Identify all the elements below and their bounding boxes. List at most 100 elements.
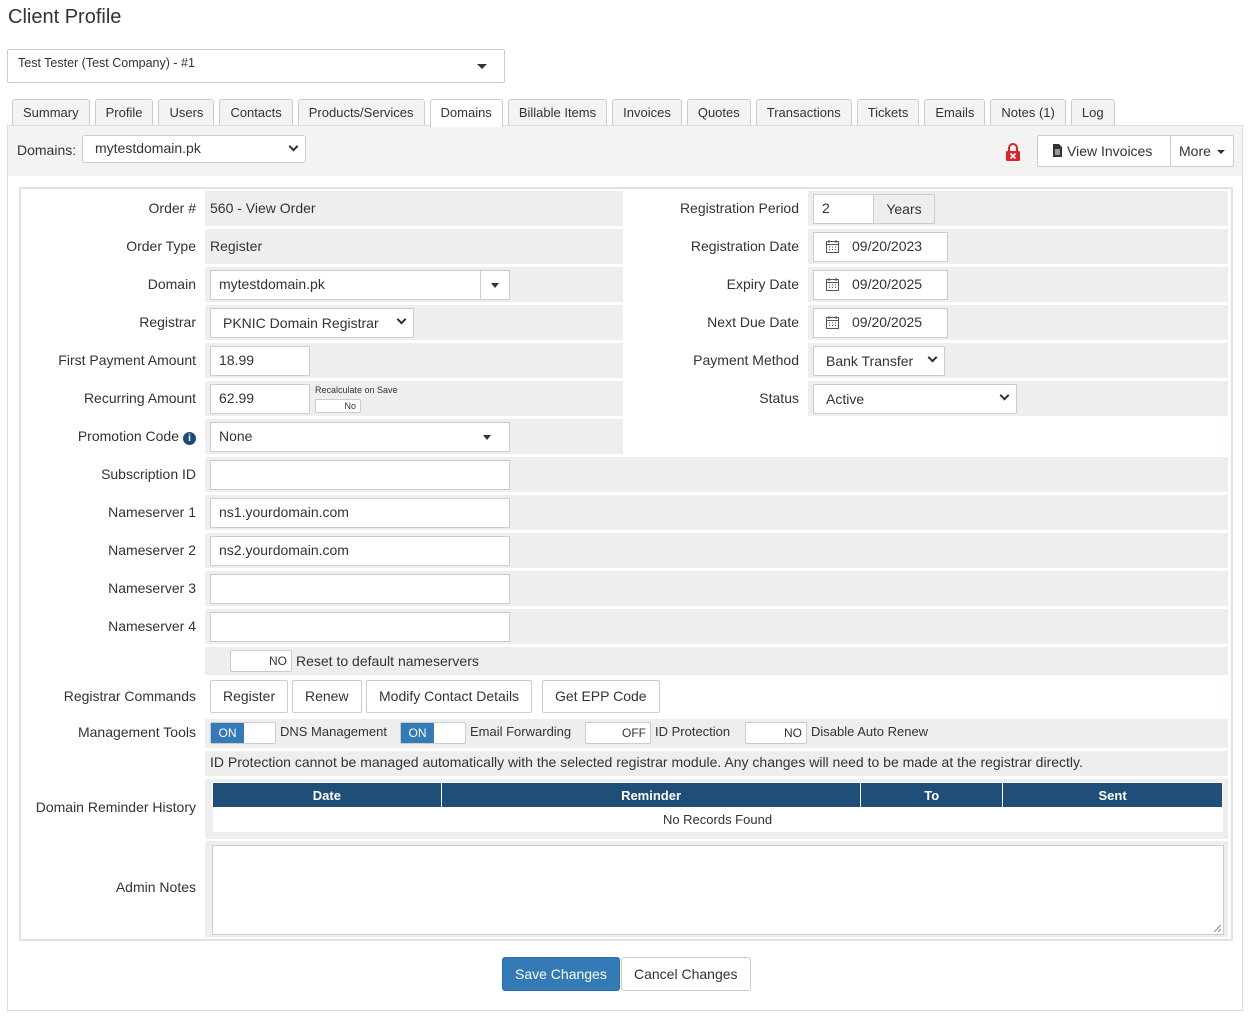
registration-period-input[interactable]: 2 Years	[813, 194, 935, 224]
chevron-down-icon	[999, 390, 1010, 401]
expiry-date-input[interactable]: 09/20/2025	[813, 270, 948, 300]
promo-code-select[interactable]: None	[210, 422, 510, 452]
first-payment-value: 18.99	[219, 352, 255, 368]
tab-domains[interactable]: Domains	[429, 99, 503, 127]
tab-billable-items[interactable]: Billable Items	[507, 99, 608, 126]
registration-period-value: 2	[822, 200, 830, 216]
tab-tickets[interactable]: Tickets	[856, 99, 920, 126]
nameserver-1-input[interactable]: ns1.yourdomain.com	[210, 498, 510, 528]
status-select[interactable]: Active	[813, 384, 1017, 414]
first-payment-label: First Payment Amount	[58, 352, 196, 368]
domain-input-value: mytestdomain.pk	[219, 276, 325, 292]
recurring-label: Recurring Amount	[83, 390, 196, 406]
management-tools-label: Management Tools	[77, 724, 196, 740]
nameserver-3-input[interactable]	[210, 574, 510, 604]
domain-dropdown-toggle[interactable]	[480, 271, 509, 299]
admin-notes-textarea[interactable]	[212, 845, 1224, 935]
column-header-to[interactable]: To	[860, 782, 1004, 808]
modify-contact-details-button[interactable]: Modify Contact Details	[366, 680, 533, 713]
domain-combobox[interactable]: mytestdomain.pk	[210, 270, 510, 300]
save-changes-button[interactable]: Save Changes	[502, 957, 620, 991]
disable-auto-renew-toggle[interactable]: NO	[745, 722, 807, 744]
resize-handle-icon[interactable]	[1213, 924, 1221, 932]
tab-products-services[interactable]: Products/Services	[297, 99, 425, 126]
view-invoices-button[interactable]: View Invoices	[1037, 135, 1171, 167]
domain-form: Order # Order Type Domain Registrar Firs…	[19, 187, 1233, 941]
order-label: Order #	[148, 200, 196, 216]
register-command-button[interactable]: Register	[210, 680, 289, 713]
nameserver-1-value: ns1.yourdomain.com	[219, 504, 349, 520]
recalculate-toggle[interactable]: No	[315, 399, 361, 413]
nameserver-2-input[interactable]: ns2.yourdomain.com	[210, 536, 510, 566]
caret-down-icon	[483, 435, 491, 440]
tab-summary[interactable]: Summary	[12, 99, 90, 126]
recalculate-label: Recalculate on Save	[315, 385, 398, 395]
registrar-label: Registrar	[139, 314, 196, 330]
column-header-date[interactable]: Date	[212, 782, 442, 808]
lock-icon[interactable]	[1005, 143, 1021, 161]
reg-period-label: Registration Period	[679, 200, 799, 216]
column-header-reminder[interactable]: Reminder	[440, 782, 862, 808]
reg-date-label: Registration Date	[690, 238, 799, 254]
reminder-history-label: Domain Reminder History	[35, 799, 196, 815]
payment-method-label: Payment Method	[693, 352, 799, 368]
reset-nameservers-toggle[interactable]: NO	[230, 650, 292, 672]
reminder-history-table: Date Reminder To Sent No Records Found	[212, 782, 1223, 832]
tab-transactions[interactable]: Transactions	[755, 99, 852, 126]
view-invoices-label: View Invoices	[1067, 143, 1153, 159]
cancel-changes-button[interactable]: Cancel Changes	[621, 957, 751, 991]
expiry-date-label: Expiry Date	[726, 276, 799, 292]
subscription-id-input[interactable]	[210, 460, 510, 490]
id-protection-toggle[interactable]: OFF	[585, 722, 651, 744]
client-select[interactable]: Test Tester (Test Company) - #1	[7, 49, 505, 83]
ns2-label: Nameserver 2	[108, 542, 196, 558]
ns3-label: Nameserver 3	[108, 580, 196, 596]
id-protection-label: ID Protection	[655, 724, 731, 739]
order-link[interactable]: 560 - View Order	[210, 200, 316, 216]
renew-command-button[interactable]: Renew	[292, 680, 362, 713]
registrar-select-value: PKNIC Domain Registrar	[223, 315, 379, 331]
registration-date-value: 09/20/2023	[852, 238, 923, 254]
column-header-sent[interactable]: Sent	[1002, 782, 1223, 808]
registrar-select[interactable]: PKNIC Domain Registrar	[210, 308, 414, 338]
tab-notes[interactable]: Notes (1)	[990, 99, 1066, 126]
expiry-date-value: 09/20/2025	[852, 276, 923, 292]
tab-quotes[interactable]: Quotes	[686, 99, 751, 126]
first-payment-input[interactable]: 18.99	[210, 346, 310, 376]
client-select-value: Test Tester (Test Company) - #1	[18, 56, 195, 70]
nameserver-4-input[interactable]	[210, 612, 510, 642]
tab-profile[interactable]: Profile	[94, 99, 154, 126]
email-forwarding-state: ON	[401, 723, 434, 743]
info-icon[interactable]: i	[183, 432, 196, 445]
tab-emails[interactable]: Emails	[924, 99, 986, 126]
payment-method-value: Bank Transfer	[826, 353, 914, 369]
tab-log[interactable]: Log	[1070, 99, 1115, 126]
nameserver-2-value: ns2.yourdomain.com	[219, 542, 349, 558]
tab-contacts[interactable]: Contacts	[219, 99, 293, 126]
no-records-message: No Records Found	[212, 807, 1223, 832]
caret-down-icon	[477, 64, 487, 69]
dns-management-toggle[interactable]: ON	[210, 722, 276, 744]
admin-notes-label: Admin Notes	[115, 879, 196, 895]
calendar-icon	[826, 240, 839, 253]
payment-method-select[interactable]: Bank Transfer	[813, 346, 945, 376]
disable-auto-renew-state: NO	[784, 726, 802, 740]
tab-users[interactable]: Users	[158, 99, 215, 126]
domain-switcher-select[interactable]: mytestdomain.pk	[82, 135, 306, 163]
order-type-label: Order Type	[126, 238, 196, 254]
recalculate-toggle-state: No	[344, 401, 356, 411]
registration-date-input[interactable]: 09/20/2023	[813, 232, 948, 262]
domains-label: Domains:	[17, 142, 77, 158]
next-due-date-input[interactable]: 09/20/2025	[813, 308, 948, 338]
get-epp-code-button[interactable]: Get EPP Code	[542, 680, 660, 713]
email-forwarding-toggle[interactable]: ON	[400, 722, 466, 744]
tab-invoices[interactable]: Invoices	[612, 99, 682, 126]
recurring-amount-input[interactable]: 62.99	[210, 384, 310, 414]
registration-period-unit: Years	[873, 195, 934, 223]
promo-code-value: None	[219, 428, 253, 444]
domain-panel: Domains: mytestdomain.pk View Invoices M…	[7, 125, 1243, 1011]
calendar-icon	[826, 316, 839, 329]
table-row: No Records Found	[212, 807, 1223, 832]
reset-nameservers-state: NO	[269, 654, 287, 668]
more-dropdown-button[interactable]: More	[1170, 135, 1234, 167]
